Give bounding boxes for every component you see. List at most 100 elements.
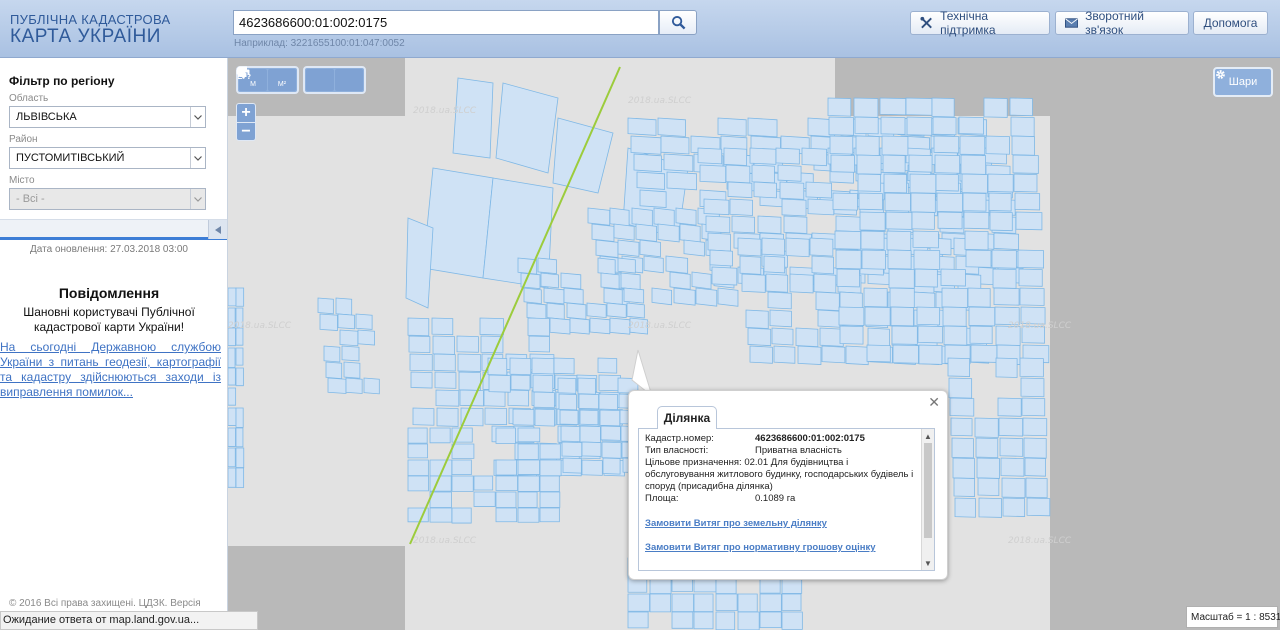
support-button[interactable]: Технічна підтримка xyxy=(910,9,1050,37)
parcel xyxy=(964,230,989,251)
parcel xyxy=(997,397,1022,417)
info-key: Цільове призначення: xyxy=(645,457,742,468)
parcel xyxy=(908,154,933,173)
scroll-up-icon[interactable]: ▲ xyxy=(922,430,934,442)
parcel xyxy=(1010,116,1035,137)
parcel xyxy=(235,427,244,448)
print-button[interactable] xyxy=(236,66,334,91)
info-value: 0.1089 га xyxy=(755,493,796,504)
parcel xyxy=(859,211,886,231)
parcel xyxy=(759,593,782,612)
order-extract-link[interactable]: Замовити Витяг про земельну ділянку xyxy=(645,518,917,530)
popup-scrollbar[interactable]: ▲ ▼ xyxy=(921,429,934,570)
parcel xyxy=(889,287,915,308)
parcel xyxy=(460,407,484,427)
parcel xyxy=(695,287,718,307)
map-watermark: 2018.ua.SLCC xyxy=(228,321,292,331)
region-filter: Фільтр по регіону Область ЛЬВІВСЬКА Райо… xyxy=(0,58,227,240)
measure-area-button[interactable]: M² xyxy=(237,68,296,91)
search-input[interactable] xyxy=(233,10,659,35)
parcel xyxy=(1025,477,1048,499)
parcel xyxy=(408,335,431,354)
parcel xyxy=(777,164,802,182)
chevron-down-icon xyxy=(190,189,205,209)
parcel xyxy=(715,611,736,630)
parcel xyxy=(1021,397,1046,417)
parcel xyxy=(228,347,236,368)
raion-select[interactable]: ПУСТОМИТІВСЬКИЙ xyxy=(9,147,206,169)
parcel xyxy=(539,443,561,460)
parcel xyxy=(737,237,762,257)
parcel xyxy=(617,257,636,274)
parcel xyxy=(709,249,733,267)
parcel xyxy=(968,306,996,327)
layers-button[interactable]: Шари xyxy=(1213,67,1273,97)
parcel xyxy=(456,335,479,353)
scroll-thumb[interactable] xyxy=(924,443,932,538)
order-valuation-link[interactable]: Замовити Витяг про нормативну грошову оц… xyxy=(645,542,917,554)
parcel xyxy=(962,192,987,212)
notice-text: Шановні користувачі Публічної кадастрово… xyxy=(23,305,195,334)
zoom-in-button[interactable]: + xyxy=(237,104,255,122)
tools-icon xyxy=(920,16,932,29)
parcel xyxy=(934,154,961,174)
parcel xyxy=(836,268,860,288)
parcel xyxy=(228,467,237,488)
parcel xyxy=(539,475,560,492)
parcel xyxy=(600,272,620,290)
identify-button[interactable]: ? xyxy=(238,67,363,91)
feedback-button[interactable]: Зворотний зв'язок xyxy=(1055,9,1189,37)
layers-label: Шари xyxy=(1228,76,1258,88)
parcel xyxy=(771,327,794,346)
info-key: Площа: xyxy=(645,493,679,504)
parcel xyxy=(1012,154,1039,174)
close-icon[interactable]: ✕ xyxy=(928,394,940,411)
parcel xyxy=(942,306,967,327)
tab-parcel[interactable]: Ділянка xyxy=(657,406,717,429)
parcel xyxy=(407,475,429,492)
parcel xyxy=(597,257,616,275)
map-view[interactable]: 2018.ua.SLCC 2018.ua.SLCC 2018.ua.SLCC 2018… xyxy=(228,58,1280,630)
parcel xyxy=(905,97,933,116)
parcel xyxy=(457,353,482,372)
city-value: - Всі - xyxy=(16,193,45,205)
parcel xyxy=(909,173,937,194)
parcel xyxy=(526,302,547,320)
parcel xyxy=(827,97,852,117)
notice-link[interactable]: На сьогодні Державною службою України з … xyxy=(0,340,221,400)
triangle-left-icon xyxy=(215,225,221,234)
info-value: Приватна власність xyxy=(755,445,842,456)
site-logo[interactable]: ПУБЛІЧНА КАДАСТРОВА КАРТА УКРАЇНИ xyxy=(10,13,170,47)
parcel xyxy=(834,230,862,250)
parcel xyxy=(228,367,236,386)
collapse-sidebar-button[interactable] xyxy=(208,220,227,239)
parcel xyxy=(345,377,363,394)
raion-label: Район xyxy=(9,134,38,145)
parcel xyxy=(458,371,481,391)
parcel xyxy=(228,447,236,468)
parcel xyxy=(699,164,727,183)
parcel xyxy=(510,374,531,391)
feedback-label: Зворотний зв'язок xyxy=(1085,9,1144,37)
search-button[interactable] xyxy=(659,10,697,35)
parcel xyxy=(801,147,827,167)
scroll-down-icon[interactable]: ▼ xyxy=(922,557,934,569)
parcel xyxy=(1018,268,1043,287)
parcel xyxy=(845,345,869,366)
parcel xyxy=(517,507,540,523)
parcel xyxy=(1011,135,1035,156)
parcel xyxy=(639,189,667,208)
parcel xyxy=(675,207,697,226)
parcel xyxy=(838,306,865,326)
help-button[interactable]: Допомога xyxy=(1193,11,1268,35)
parcel xyxy=(683,239,705,257)
parcel xyxy=(560,272,582,290)
parcel xyxy=(517,459,540,475)
zoom-out-button[interactable]: − xyxy=(237,122,255,140)
city-select[interactable]: - Всі - xyxy=(9,188,206,210)
update-date: Дата оновлення: 27.03.2018 03:00 xyxy=(30,244,188,255)
parcel xyxy=(1019,287,1045,306)
oblast-select[interactable]: ЛЬВІВСЬКА xyxy=(9,106,206,128)
parcel xyxy=(429,427,451,444)
parcel xyxy=(858,192,883,211)
